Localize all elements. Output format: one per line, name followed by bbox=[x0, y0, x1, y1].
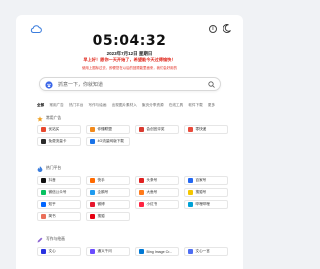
link-card[interactable]: 抖音 bbox=[37, 176, 81, 185]
link-card[interactable]: 微博 bbox=[86, 200, 130, 209]
link-card[interactable]: 文心 bbox=[37, 247, 81, 256]
link-card[interactable]: 免费流量卡 bbox=[37, 137, 81, 146]
link-card[interactable]: 搜狐号 bbox=[184, 188, 228, 197]
sohu-icon bbox=[90, 214, 95, 219]
link-card[interactable]: 文心一言 bbox=[184, 247, 228, 256]
toutiao-icon bbox=[139, 178, 144, 183]
baidu-engine-icon[interactable] bbox=[45, 80, 53, 89]
link-card[interactable]: 快手 bbox=[86, 176, 130, 185]
tab-image-assets[interactable]: 出现图片素材入 bbox=[112, 103, 137, 108]
baijiahao-icon bbox=[188, 178, 193, 183]
link-card[interactable]: 知乎 bbox=[37, 200, 81, 209]
link-card[interactable]: 百家号 bbox=[184, 176, 228, 185]
xiaohongshu-icon bbox=[139, 202, 144, 207]
section-title-writing-drawing: 写作与绘画 bbox=[37, 236, 65, 243]
main-page: i 05:04:32 2023年7月12日 星期日 早上好！愿你一天开始了，希望… bbox=[16, 15, 243, 269]
link-card[interactable]: 头条号 bbox=[135, 176, 179, 185]
tongyi-icon bbox=[90, 249, 95, 254]
douyin-icon bbox=[41, 178, 46, 183]
section-grid-writing-drawing: 文心 通义千问 Bing Image Cr... 文心一言 bbox=[37, 247, 232, 256]
wechat-icon bbox=[41, 190, 46, 195]
tab-writing-drawing[interactable]: 写作与绘画 bbox=[89, 103, 107, 108]
dayu-icon bbox=[139, 190, 144, 195]
tab-hot-platforms[interactable]: 热门平台 bbox=[69, 103, 83, 108]
bilibili-icon bbox=[188, 202, 193, 207]
search-input[interactable]: 抓意一下，你就知道 bbox=[58, 81, 103, 88]
link-card[interactable]: 4G流量网版下载 bbox=[86, 137, 130, 146]
section-grid-common-ads: 优站买 你懂联盟 会创宜评奖 零快递 免费流量卡 4G流量网版下载 bbox=[37, 125, 232, 146]
fire-icon bbox=[37, 165, 43, 172]
section-title-common-ads: 常用广告 bbox=[37, 115, 61, 122]
wenxin-icon bbox=[41, 249, 46, 254]
weibo-icon bbox=[90, 202, 95, 207]
link-card[interactable]: 会创宜评奖 bbox=[135, 125, 179, 134]
link-card[interactable]: 简书 bbox=[37, 212, 81, 221]
site-icon bbox=[139, 127, 144, 132]
link-card[interactable]: 通义千问 bbox=[86, 247, 130, 256]
link-card[interactable]: 哔哩哔哩 bbox=[184, 200, 228, 209]
pen-icon bbox=[37, 237, 43, 242]
bing-icon bbox=[139, 249, 144, 254]
wenxin-yiyan-icon bbox=[188, 249, 193, 254]
tab-online-tools[interactable]: 在线工具 bbox=[169, 103, 183, 108]
link-card[interactable]: 优站买 bbox=[37, 125, 81, 134]
link-card[interactable]: 微信公众号 bbox=[37, 188, 81, 197]
site-icon bbox=[41, 127, 46, 132]
search-icon[interactable] bbox=[208, 81, 215, 88]
link-card[interactable]: 搜狐 bbox=[86, 212, 130, 221]
section-grid-hot-platforms: 抖音 快手 头条号 百家号 微信公众号 企鹅号 大鱼号 搜狐号 知乎 微博 小红… bbox=[37, 176, 232, 221]
site-icon bbox=[41, 139, 46, 144]
star-icon bbox=[37, 115, 43, 122]
info-icon[interactable]: i bbox=[209, 25, 217, 33]
moon-icon[interactable] bbox=[223, 24, 231, 33]
zhihu-icon bbox=[41, 202, 46, 207]
search-box[interactable]: 抓意一下，你就知道 bbox=[39, 77, 221, 91]
section-title-hot-platforms: 热门平台 bbox=[37, 165, 61, 172]
cloud-icon[interactable] bbox=[30, 25, 42, 33]
penguin-icon bbox=[90, 190, 95, 195]
link-card[interactable]: Bing Image Cr... bbox=[135, 247, 179, 256]
site-icon bbox=[90, 139, 95, 144]
site-icon bbox=[90, 127, 95, 132]
link-card[interactable]: 你懂联盟 bbox=[86, 125, 130, 134]
category-tabs: 全部 常用广告 热门平台 写作与绘画 出现图片素材入 聚页分享资源 在线工具 软… bbox=[37, 103, 243, 111]
notice-text: 使用上图标过去，即便您在以后的回顾能里面来，我们会好用的 bbox=[82, 66, 177, 70]
kuaishou-icon bbox=[90, 178, 95, 183]
link-card[interactable]: 小红书 bbox=[135, 200, 179, 209]
tab-common-ads[interactable]: 常用广告 bbox=[49, 103, 63, 108]
jianshu-icon bbox=[41, 214, 46, 219]
tab-share-resources[interactable]: 聚页分享资源 bbox=[142, 103, 164, 108]
link-card[interactable]: 零快递 bbox=[184, 125, 228, 134]
clock-time: 05:04:32 bbox=[92, 33, 167, 49]
tab-software-download[interactable]: 软件下载 bbox=[188, 103, 202, 108]
link-card[interactable]: 企鹅号 bbox=[86, 188, 130, 197]
link-card[interactable]: 大鱼号 bbox=[135, 188, 179, 197]
sohu-hao-icon bbox=[188, 190, 193, 195]
site-icon bbox=[188, 127, 193, 132]
tab-all[interactable]: 全部 bbox=[37, 103, 44, 108]
tab-more[interactable]: 更多 bbox=[208, 103, 215, 108]
greeting-quote: 早上好！愿你一天开始了，希望能今天过得愉快！ bbox=[83, 57, 176, 62]
